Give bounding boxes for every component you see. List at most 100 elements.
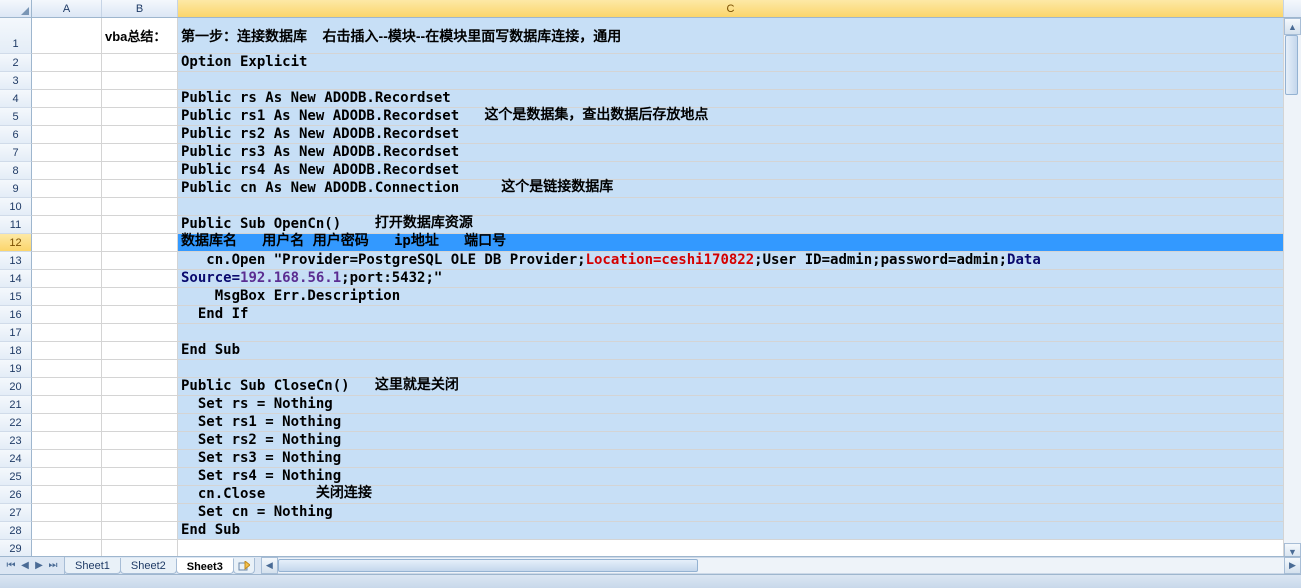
- vertical-scroll-thumb[interactable]: [1285, 35, 1298, 95]
- row-header-3[interactable]: 3: [0, 72, 32, 90]
- cell-b24[interactable]: [102, 450, 178, 468]
- new-sheet-button[interactable]: [233, 558, 255, 574]
- cell-a19[interactable]: [32, 360, 102, 378]
- cell-a13[interactable]: [32, 252, 102, 270]
- cell-b9[interactable]: [102, 180, 178, 198]
- row-header-19[interactable]: 19: [0, 360, 32, 378]
- cell-b3[interactable]: [102, 72, 178, 90]
- cell-a24[interactable]: [32, 450, 102, 468]
- row-header-17[interactable]: 17: [0, 324, 32, 342]
- scroll-left-button[interactable]: ◀: [261, 557, 278, 574]
- row-header-27[interactable]: 27: [0, 504, 32, 522]
- select-all-corner[interactable]: [0, 0, 32, 18]
- cell-a1[interactable]: [32, 18, 102, 54]
- cell-c26[interactable]: cn.Close 关闭连接: [178, 486, 1284, 504]
- cell-c24[interactable]: Set rs3 = Nothing: [178, 450, 1284, 468]
- cell-c20[interactable]: Public Sub CloseCn() 这里就是关闭: [178, 378, 1284, 396]
- cell-a16[interactable]: [32, 306, 102, 324]
- row-header-2[interactable]: 2: [0, 54, 32, 72]
- row-header-8[interactable]: 8: [0, 162, 32, 180]
- row-header-14[interactable]: 14: [0, 270, 32, 288]
- tab-nav-first-icon[interactable]: ⏮: [5, 559, 17, 573]
- cell-c4[interactable]: Public rs As New ADODB.Recordset: [178, 90, 1284, 108]
- row-header-5[interactable]: 5: [0, 108, 32, 126]
- cell-c18[interactable]: End Sub: [178, 342, 1284, 360]
- horizontal-scroll-track[interactable]: [278, 557, 1284, 574]
- vertical-scrollbar[interactable]: ▲ ▼: [1284, 18, 1301, 560]
- cell-c15[interactable]: MsgBox Err.Description: [178, 288, 1284, 306]
- row-header-7[interactable]: 7: [0, 144, 32, 162]
- cell-a25[interactable]: [32, 468, 102, 486]
- row-header-6[interactable]: 6: [0, 126, 32, 144]
- tab-sheet1[interactable]: Sheet1: [64, 558, 121, 574]
- tab-nav-next-icon[interactable]: ▶: [33, 559, 45, 573]
- cell-b21[interactable]: [102, 396, 178, 414]
- cell-a8[interactable]: [32, 162, 102, 180]
- cell-c8[interactable]: Public rs4 As New ADODB.Recordset: [178, 162, 1284, 180]
- cell-b4[interactable]: [102, 90, 178, 108]
- cell-b13[interactable]: [102, 252, 178, 270]
- cell-b20[interactable]: [102, 378, 178, 396]
- row-header-13[interactable]: 13: [0, 252, 32, 270]
- cell-b18[interactable]: [102, 342, 178, 360]
- cell-a22[interactable]: [32, 414, 102, 432]
- cell-a11[interactable]: [32, 216, 102, 234]
- horizontal-scrollbar[interactable]: ◀ ▶: [261, 557, 1301, 574]
- cell-c5[interactable]: Public rs1 As New ADODB.Recordset 这个是数据集…: [178, 108, 1284, 126]
- row-header-24[interactable]: 24: [0, 450, 32, 468]
- cell-b22[interactable]: [102, 414, 178, 432]
- row-header-20[interactable]: 20: [0, 378, 32, 396]
- cell-b28[interactable]: [102, 522, 178, 540]
- row-header-25[interactable]: 25: [0, 468, 32, 486]
- cell-a17[interactable]: [32, 324, 102, 342]
- cell-c10[interactable]: [178, 198, 1284, 216]
- row-header-28[interactable]: 28: [0, 522, 32, 540]
- cell-a12[interactable]: [32, 234, 102, 252]
- cell-b17[interactable]: [102, 324, 178, 342]
- cell-a23[interactable]: [32, 432, 102, 450]
- cell-a20[interactable]: [32, 378, 102, 396]
- cell-c13[interactable]: cn.Open "Provider=PostgreSQL OLE DB Prov…: [178, 252, 1284, 270]
- cell-b19[interactable]: [102, 360, 178, 378]
- horizontal-scroll-thumb[interactable]: [278, 559, 698, 572]
- cell-b6[interactable]: [102, 126, 178, 144]
- tab-nav-last-icon[interactable]: ⏭: [47, 559, 59, 573]
- vertical-scroll-track[interactable]: [1284, 35, 1301, 543]
- cell-c14[interactable]: Source=192.168.56.1;port:5432;": [178, 270, 1284, 288]
- tab-sheet3[interactable]: Sheet3: [176, 558, 234, 574]
- cell-c28[interactable]: End Sub: [178, 522, 1284, 540]
- cell-c19[interactable]: [178, 360, 1284, 378]
- row-header-15[interactable]: 15: [0, 288, 32, 306]
- cell-b8[interactable]: [102, 162, 178, 180]
- cell-b2[interactable]: [102, 54, 178, 72]
- cell-c7[interactable]: Public rs3 As New ADODB.Recordset: [178, 144, 1284, 162]
- row-header-4[interactable]: 4: [0, 90, 32, 108]
- cell-b7[interactable]: [102, 144, 178, 162]
- row-header-26[interactable]: 26: [0, 486, 32, 504]
- cell-c6[interactable]: Public rs2 As New ADODB.Recordset: [178, 126, 1284, 144]
- cell-a5[interactable]: [32, 108, 102, 126]
- cell-c9[interactable]: Public cn As New ADODB.Connection 这个是链接数…: [178, 180, 1284, 198]
- cell-b26[interactable]: [102, 486, 178, 504]
- cell-b10[interactable]: [102, 198, 178, 216]
- row-header-23[interactable]: 23: [0, 432, 32, 450]
- cell-a14[interactable]: [32, 270, 102, 288]
- row-header-9[interactable]: 9: [0, 180, 32, 198]
- cell-a28[interactable]: [32, 522, 102, 540]
- cell-c21[interactable]: Set rs = Nothing: [178, 396, 1284, 414]
- scroll-up-button[interactable]: ▲: [1284, 18, 1301, 35]
- cell-a6[interactable]: [32, 126, 102, 144]
- tab-nav-prev-icon[interactable]: ◀: [19, 559, 31, 573]
- col-header-c[interactable]: C: [178, 0, 1284, 17]
- cell-c3[interactable]: [178, 72, 1284, 90]
- row-header-1[interactable]: 1: [0, 18, 32, 54]
- cell-c17[interactable]: [178, 324, 1284, 342]
- cell-c2[interactable]: Option Explicit: [178, 54, 1284, 72]
- cell-a26[interactable]: [32, 486, 102, 504]
- cell-a15[interactable]: [32, 288, 102, 306]
- cell-b14[interactable]: [102, 270, 178, 288]
- cell-a21[interactable]: [32, 396, 102, 414]
- cell-c12[interactable]: 数据库名 用户名 用户密码 ip地址 端口号: [178, 234, 1284, 252]
- cell-b12[interactable]: [102, 234, 178, 252]
- cell-a4[interactable]: [32, 90, 102, 108]
